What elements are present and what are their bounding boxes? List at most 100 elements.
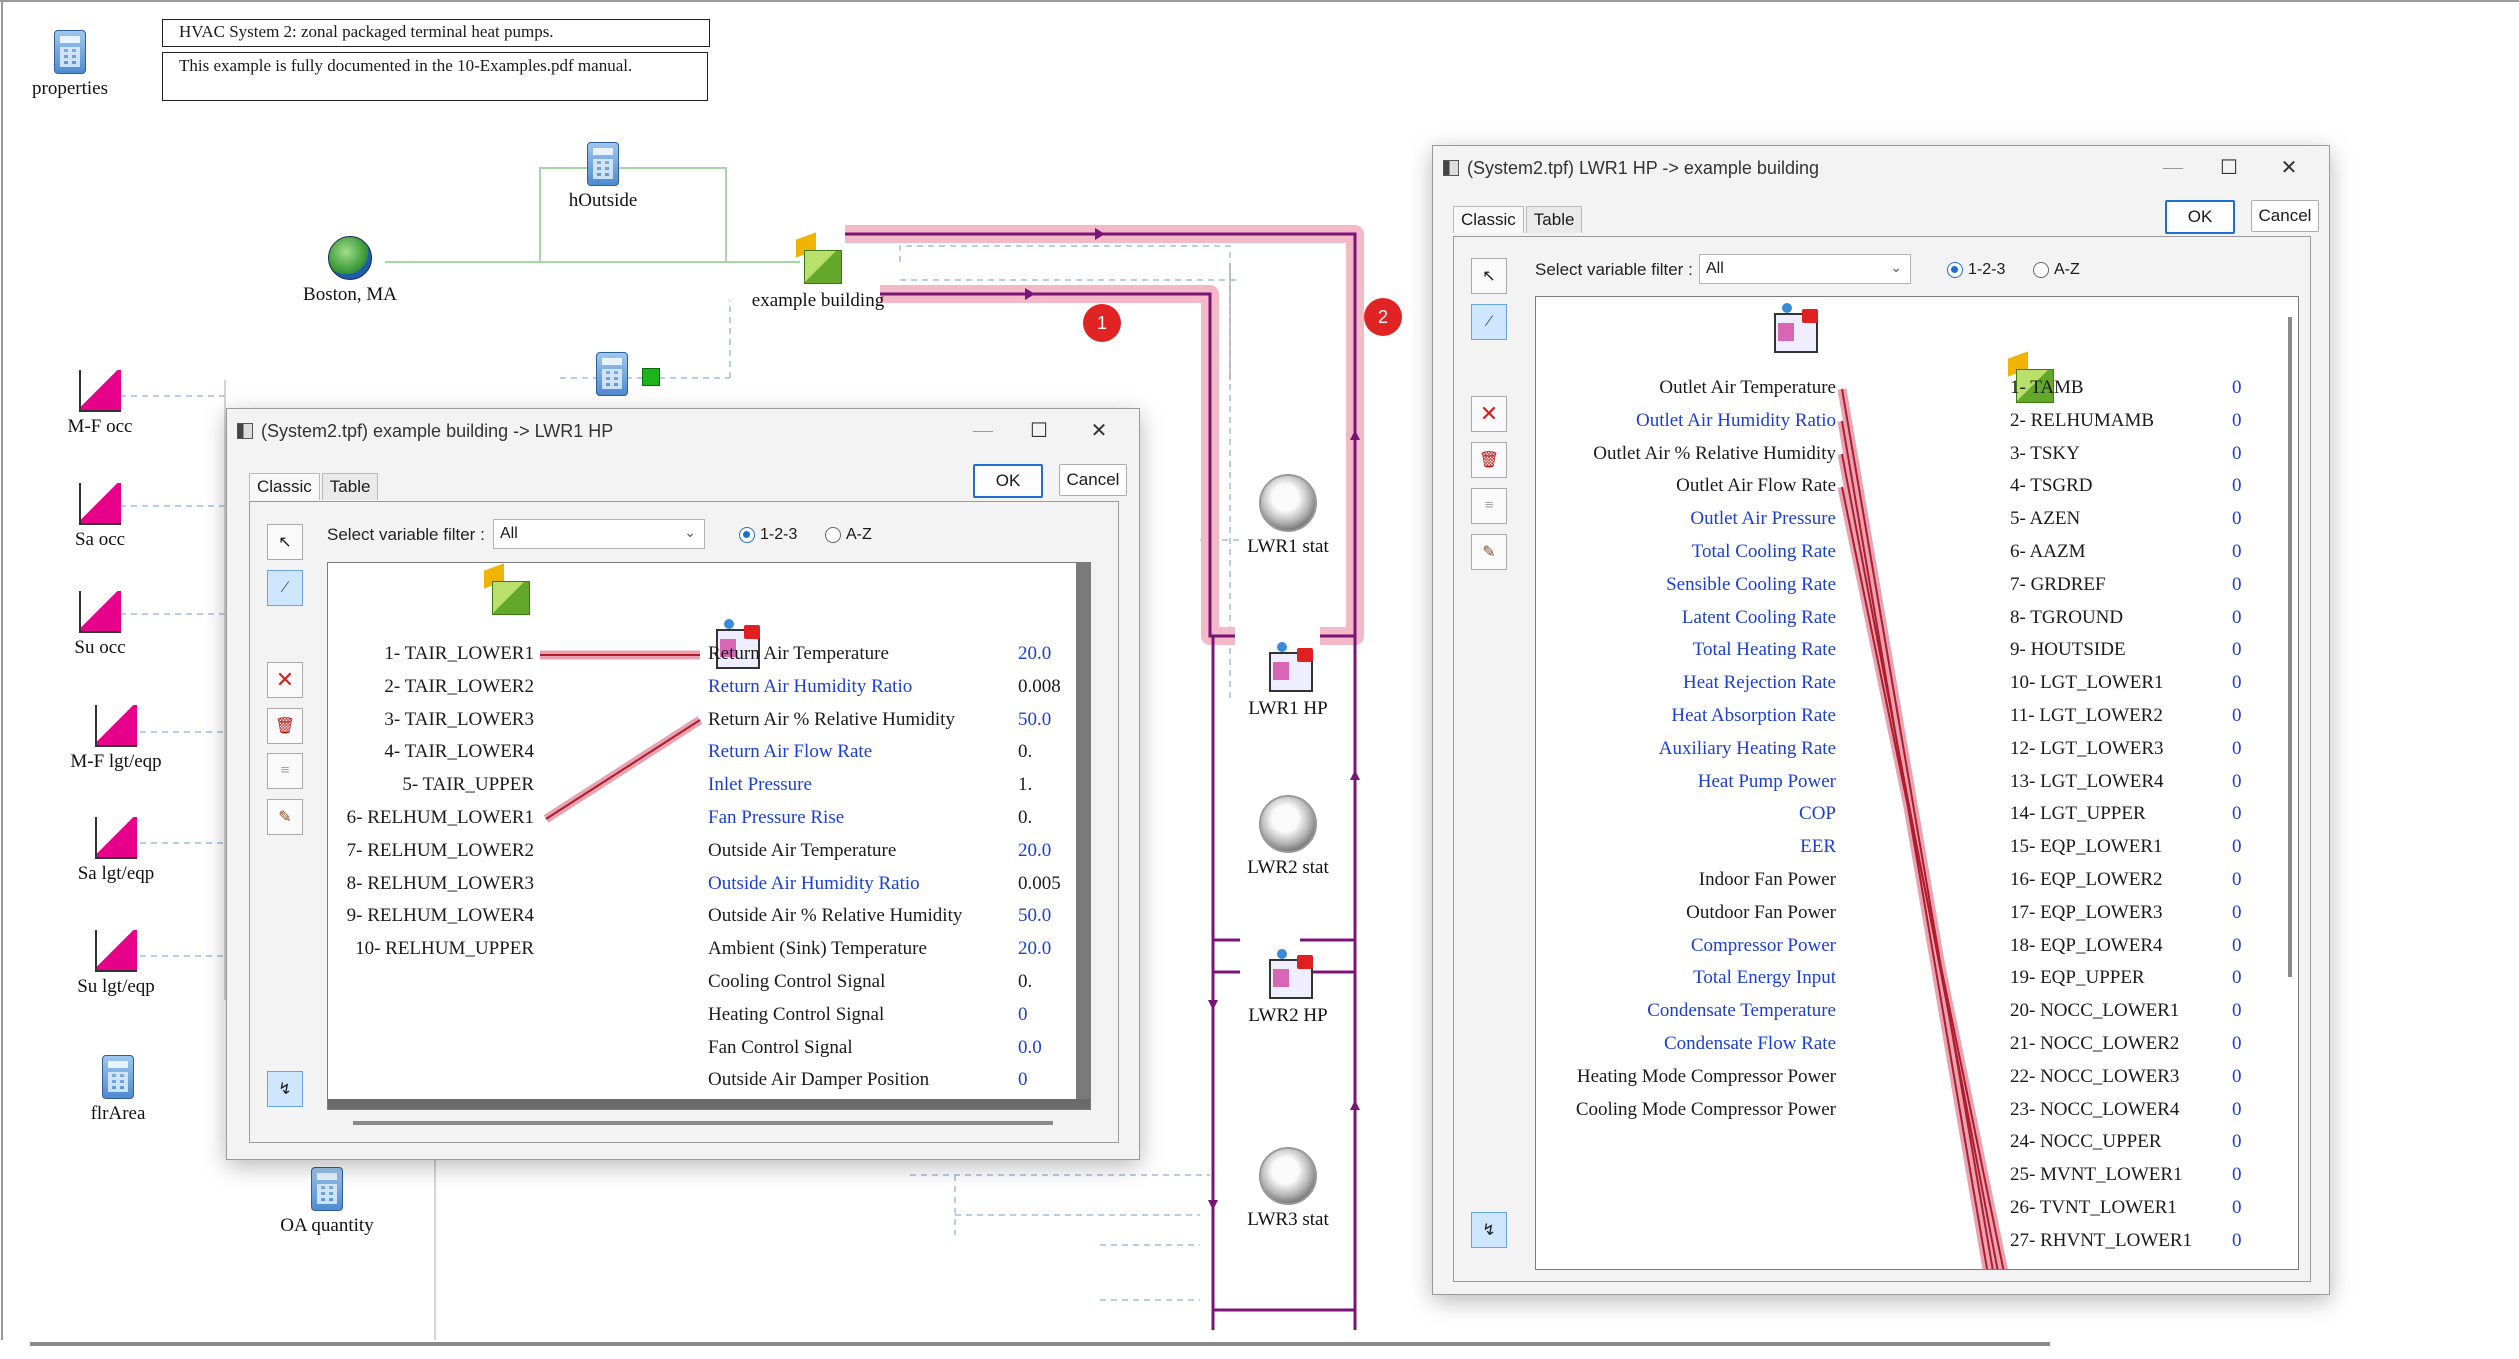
output-variable[interactable]: 9- RELHUM_LOWER4 [328, 905, 534, 927]
input-variable[interactable]: 14- LGT_UPPER [2010, 803, 2146, 825]
input-variable[interactable]: 22- NOCC_LOWER3 [2010, 1066, 2179, 1088]
input-value[interactable]: 0 [2232, 475, 2242, 497]
input-value[interactable]: 0 [2232, 1164, 2242, 1186]
input-value[interactable]: 0 [2232, 410, 2242, 432]
cancel-button[interactable]: Cancel [1059, 464, 1127, 496]
input-value[interactable]: 0 [2232, 1197, 2242, 1219]
input-value[interactable]: 0. [1018, 807, 1032, 829]
tab-classic[interactable]: Classic [1453, 206, 1524, 233]
ok-button[interactable]: OK [2165, 200, 2235, 234]
delete-links-button[interactable]: ✕ [267, 662, 303, 698]
input-value[interactable]: 0 [2232, 1033, 2242, 1055]
component-lwr2-stat[interactable]: LWR2 stat [1230, 795, 1346, 879]
ok-button[interactable]: OK [973, 464, 1043, 498]
output-variable[interactable]: EER [1536, 836, 1836, 858]
sort-numeric-radio[interactable]: 1-2-3 [739, 526, 797, 544]
output-variable[interactable]: Outlet Air Pressure [1536, 508, 1836, 530]
output-variable[interactable]: Condensate Flow Rate [1536, 1033, 1836, 1055]
output-variable[interactable]: Outdoor Fan Power [1536, 902, 1836, 924]
input-variable[interactable]: Ambient (Sink) Temperature [708, 938, 927, 960]
delete-links-button[interactable]: ✕ [1471, 396, 1507, 432]
output-variable[interactable]: Heating Mode Compressor Power [1536, 1066, 1836, 1088]
input-variable[interactable]: 5- AZEN [2010, 508, 2080, 530]
close-button[interactable]: ✕ [2269, 154, 2309, 180]
input-variable[interactable]: 12- LGT_LOWER3 [2010, 738, 2164, 760]
input-variable[interactable]: Outside Air % Relative Humidity [708, 905, 962, 927]
input-variable[interactable]: Outside Air Damper Position [708, 1069, 929, 1091]
output-variable[interactable]: Total Cooling Rate [1536, 541, 1836, 563]
calculator-icon[interactable] [596, 352, 628, 396]
output-variable[interactable]: Heat Absorption Rate [1536, 705, 1836, 727]
component-su-lgt[interactable]: Su lgt/eqp [56, 930, 176, 998]
component-mf-lgt[interactable]: M-F lgt/eqp [56, 705, 176, 773]
connect-tool-button[interactable]: ∕ [1471, 304, 1507, 340]
maximize-button[interactable]: ☐ [1019, 417, 1059, 443]
variable-filter-select[interactable]: All ⌄ [493, 519, 705, 549]
maximize-button[interactable]: ☐ [2209, 154, 2249, 180]
input-value[interactable]: 0 [2232, 1000, 2242, 1022]
input-variable[interactable]: Outside Air Temperature [708, 840, 896, 862]
canvas-note-title[interactable]: HVAC System 2: zonal packaged terminal h… [162, 19, 710, 47]
component-flrarea[interactable]: flrArea [68, 1055, 168, 1125]
component-lwr2-hp[interactable]: LWR2 HP [1230, 947, 1346, 1027]
input-variable[interactable]: 4- TSGRD [2010, 475, 2093, 497]
input-value[interactable]: 0 [2232, 738, 2242, 760]
input-variable[interactable]: 2- RELHUMAMB [2010, 410, 2154, 432]
input-value[interactable]: 0. [1018, 741, 1032, 763]
output-variable[interactable]: Outlet Air Temperature [1536, 377, 1836, 399]
input-variable[interactable]: 6- AAZM [2010, 541, 2085, 563]
input-variable[interactable]: Outside Air Humidity Ratio [708, 873, 920, 895]
input-value[interactable]: 20.0 [1018, 938, 1051, 960]
output-variable[interactable]: Sensible Cooling Rate [1536, 574, 1836, 596]
input-value[interactable]: 0 [2232, 607, 2242, 629]
connect-tool-button[interactable]: ∕ [267, 570, 303, 606]
input-value[interactable]: 20.0 [1018, 840, 1051, 862]
input-variable[interactable]: 9- HOUTSIDE [2010, 639, 2126, 661]
link-style-button[interactable]: ↯ [267, 1071, 303, 1107]
input-value[interactable]: 0 [2232, 443, 2242, 465]
delete-all-button[interactable]: 🗑 [267, 708, 303, 744]
input-value[interactable]: 20.0 [1018, 643, 1051, 665]
output-variable[interactable]: Outlet Air Flow Rate [1536, 475, 1836, 497]
edit-tool-button[interactable]: ✎ [1471, 534, 1507, 570]
input-variable[interactable]: 18- EQP_LOWER4 [2010, 935, 2163, 957]
output-variable[interactable]: COP [1536, 803, 1836, 825]
input-variable[interactable]: 25- MVNT_LOWER1 [2010, 1164, 2183, 1186]
input-variable[interactable]: 24- NOCC_UPPER [2010, 1131, 2162, 1153]
input-value[interactable]: 0 [2232, 639, 2242, 661]
input-variable[interactable]: 8- TGROUND [2010, 607, 2123, 629]
component-sa-lgt[interactable]: Sa lgt/eqp [56, 817, 176, 885]
input-value[interactable]: 0 [2232, 1066, 2242, 1088]
input-value[interactable]: 0 [2232, 869, 2242, 891]
canvas-note-description[interactable]: This example is fully documented in the … [162, 52, 708, 101]
vertical-scrollbar[interactable] [2288, 317, 2292, 977]
input-variable[interactable]: Return Air Humidity Ratio [708, 676, 912, 698]
output-variable[interactable]: 2- TAIR_LOWER2 [328, 676, 534, 698]
component-oa-quantity[interactable]: OA quantity [262, 1167, 392, 1237]
input-value[interactable]: 0 [2232, 967, 2242, 989]
output-variable[interactable]: 4- TAIR_LOWER4 [328, 741, 534, 763]
input-value[interactable]: 50.0 [1018, 905, 1051, 927]
equation-icon[interactable] [642, 368, 660, 386]
input-variable[interactable]: 17- EQP_LOWER3 [2010, 902, 2163, 924]
auto-link-button[interactable]: ≡ [1471, 488, 1507, 524]
input-variable[interactable]: 3- TSKY [2010, 443, 2080, 465]
output-variable[interactable]: Compressor Power [1536, 935, 1836, 957]
component-weather-boston[interactable]: Boston, MA [290, 236, 410, 306]
delete-all-button[interactable]: 🗑 [1471, 442, 1507, 478]
input-value[interactable]: 0 [2232, 705, 2242, 727]
vertical-scrollbar[interactable] [1076, 563, 1090, 1109]
variable-filter-select[interactable]: All ⌄ [1699, 254, 1911, 284]
input-value[interactable]: 0 [2232, 1099, 2242, 1121]
component-mf-occ[interactable]: M-F occ [50, 370, 150, 438]
input-variable[interactable]: 7- GRDREF [2010, 574, 2106, 596]
sort-alpha-radio[interactable]: A-Z [825, 526, 872, 544]
close-button[interactable]: ✕ [1079, 417, 1119, 443]
input-variable[interactable]: 16- EQP_LOWER2 [2010, 869, 2163, 891]
input-variable[interactable]: Cooling Control Signal [708, 971, 885, 993]
tab-classic[interactable]: Classic [249, 473, 320, 500]
component-lwr1-hp[interactable]: LWR1 HP [1230, 640, 1346, 720]
output-variable[interactable]: 7- RELHUM_LOWER2 [328, 840, 534, 862]
sort-numeric-radio[interactable]: 1-2-3 [1947, 261, 2005, 279]
input-value[interactable]: 0 [2232, 574, 2242, 596]
